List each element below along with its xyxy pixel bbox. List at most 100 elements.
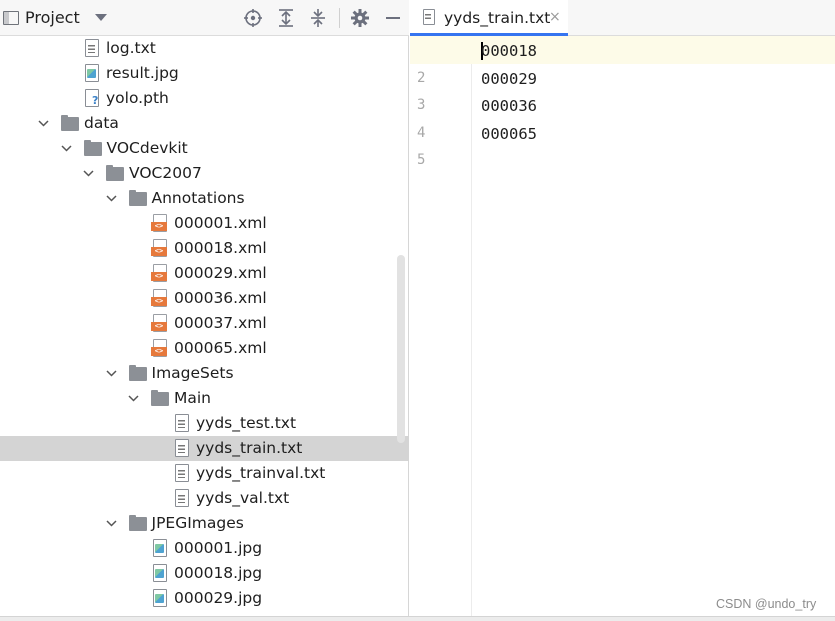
tree-folder-row[interactable]: VOC2007 bbox=[0, 161, 409, 186]
line-number: 2 bbox=[417, 69, 426, 86]
xml-file-icon bbox=[151, 214, 167, 232]
tree-file-row[interactable]: 000001.xml bbox=[0, 211, 409, 236]
tree-item-label: yolo.pth bbox=[106, 89, 169, 107]
tree-item-label: log.txt bbox=[106, 39, 156, 57]
folder-icon bbox=[83, 140, 102, 156]
locate-icon[interactable] bbox=[243, 8, 263, 28]
chevron-down-icon[interactable] bbox=[95, 14, 107, 21]
tree-file-row[interactable]: yyds_val.txt bbox=[0, 486, 409, 511]
tree-item-label: VOCdevkit bbox=[106, 139, 188, 157]
folder-icon bbox=[128, 515, 147, 531]
project-panel-title[interactable]: Project bbox=[25, 8, 80, 27]
text-file-icon bbox=[85, 39, 99, 57]
close-icon[interactable]: × bbox=[549, 9, 561, 25]
unknown-file-icon bbox=[85, 89, 99, 107]
tree-file-row[interactable]: 000036.xml bbox=[0, 286, 409, 311]
chevron-down-icon[interactable] bbox=[38, 118, 49, 129]
chevron-down-icon[interactable] bbox=[105, 518, 117, 529]
tree-item-label: 000018.jpg bbox=[174, 564, 263, 582]
toolbar-divider bbox=[339, 8, 340, 28]
tree-file-row[interactable]: 000037.xml bbox=[0, 311, 409, 336]
tree-file-row[interactable]: 000029.xml bbox=[0, 261, 409, 286]
chevron-down-icon[interactable] bbox=[60, 143, 72, 154]
tree-folder-row[interactable]: ImageSets bbox=[0, 361, 409, 386]
tree-item-label: yyds_train.txt bbox=[196, 439, 303, 457]
tree-file-row[interactable]: yolo.pth bbox=[0, 86, 409, 111]
project-view-icon bbox=[3, 11, 19, 25]
code-line: 000018 bbox=[481, 42, 537, 60]
tree-item-label: Main bbox=[174, 389, 212, 407]
tree-folder-row[interactable]: VOCdevkit bbox=[0, 136, 409, 161]
folder-icon bbox=[128, 190, 147, 206]
code-line: 000065 bbox=[481, 124, 537, 143]
gear-icon[interactable] bbox=[350, 8, 370, 28]
tree-file-row[interactable]: 000018.xml bbox=[0, 236, 409, 261]
tree-folder-row[interactable]: Annotations bbox=[0, 186, 409, 211]
tree-folder-row[interactable]: Main bbox=[0, 386, 409, 411]
tree-item-label: 000036.xml bbox=[174, 289, 267, 307]
image-file-icon bbox=[153, 564, 167, 582]
text-file-icon bbox=[175, 439, 189, 457]
tree-item-label: 000001.jpg bbox=[174, 539, 263, 557]
xml-file-icon bbox=[151, 314, 167, 332]
tree-file-row[interactable]: 000029.jpg bbox=[0, 586, 409, 611]
folder-icon bbox=[151, 390, 169, 406]
editor-panel: yyds_train.txt × 12345 00001800002900003… bbox=[410, 0, 835, 616]
tree-item-label: 000037.xml bbox=[174, 314, 267, 332]
xml-file-icon bbox=[151, 289, 167, 307]
chevron-down-icon[interactable] bbox=[105, 193, 117, 204]
image-file-icon bbox=[153, 589, 167, 607]
chevron-down-icon[interactable] bbox=[105, 368, 117, 379]
chevron-down-icon[interactable] bbox=[128, 393, 139, 404]
text-file-icon bbox=[175, 414, 189, 432]
watermark: CSDN @undo_try bbox=[716, 597, 817, 611]
tree-item-label: 000029.jpg bbox=[174, 589, 263, 607]
collapse-all-icon[interactable] bbox=[308, 8, 328, 28]
project-panel-header: Project bbox=[0, 0, 409, 36]
project-tree: log.txt result.jpg yolo.pth data VOCdevkit VO… bbox=[0, 36, 409, 621]
editor-tab-bar: yyds_train.txt × bbox=[410, 0, 835, 36]
image-file-icon bbox=[153, 539, 167, 557]
tab-yyds-train[interactable]: yyds_train.txt × bbox=[410, 0, 568, 36]
tree-item-label: ImageSets bbox=[151, 364, 234, 382]
project-panel: Project log.txt result.jpg ? yolo.pth da… bbox=[0, 0, 409, 621]
tree-file-row[interactable]: log.txt bbox=[0, 36, 409, 61]
xml-file-icon bbox=[151, 339, 167, 357]
xml-file-icon bbox=[151, 264, 167, 282]
expand-all-icon[interactable] bbox=[276, 8, 296, 28]
tree-item-label: JPEGImages bbox=[151, 514, 244, 532]
hide-panel-icon[interactable] bbox=[383, 8, 403, 28]
line-number-gutter: 12345 bbox=[410, 36, 472, 616]
tree-item-label: data bbox=[84, 114, 119, 132]
code-line: 000029 bbox=[481, 69, 537, 88]
tree-file-row[interactable]: 000001.jpg bbox=[0, 536, 409, 561]
tree-file-row[interactable]: yyds_test.txt bbox=[0, 411, 409, 436]
tree-item-label: Annotations bbox=[151, 189, 245, 207]
tree-file-row[interactable]: result.jpg bbox=[0, 61, 409, 86]
tree-item-label: yyds_trainval.txt bbox=[196, 464, 326, 482]
tree-item-label: 000001.xml bbox=[174, 214, 267, 232]
line-number: 3 bbox=[417, 97, 426, 113]
tab-label: yyds_train.txt bbox=[444, 9, 551, 27]
tree-item-label: 000018.xml bbox=[174, 239, 267, 257]
folder-icon bbox=[106, 165, 124, 181]
line-number: 4 bbox=[417, 124, 426, 141]
tree-file-row[interactable]: 000018.jpg bbox=[0, 561, 409, 586]
tree-file-row[interactable]: yyds_train.txt bbox=[0, 436, 409, 461]
tree-item-label: 000065.xml bbox=[174, 339, 267, 357]
tree-folder-row[interactable]: JPEGImages bbox=[0, 511, 409, 536]
tree-item-label: yyds_val.txt bbox=[196, 489, 290, 507]
tree-item-label: result.jpg bbox=[106, 64, 179, 82]
chevron-down-icon[interactable] bbox=[83, 168, 94, 179]
image-file-icon bbox=[85, 64, 99, 82]
text-file-icon bbox=[423, 9, 435, 25]
text-file-icon bbox=[175, 489, 189, 507]
tree-file-row[interactable]: yyds_trainval.txt bbox=[0, 461, 409, 486]
tree-item-label: yyds_test.txt bbox=[196, 414, 297, 432]
tree-scrollbar[interactable] bbox=[397, 255, 405, 443]
tree-file-row[interactable]: 000065.xml bbox=[0, 336, 409, 361]
text-file-icon bbox=[175, 464, 189, 482]
line-number: 5 bbox=[417, 152, 426, 168]
tree-folder-row[interactable]: data bbox=[0, 111, 409, 136]
tree-item-label: VOC2007 bbox=[129, 164, 202, 182]
